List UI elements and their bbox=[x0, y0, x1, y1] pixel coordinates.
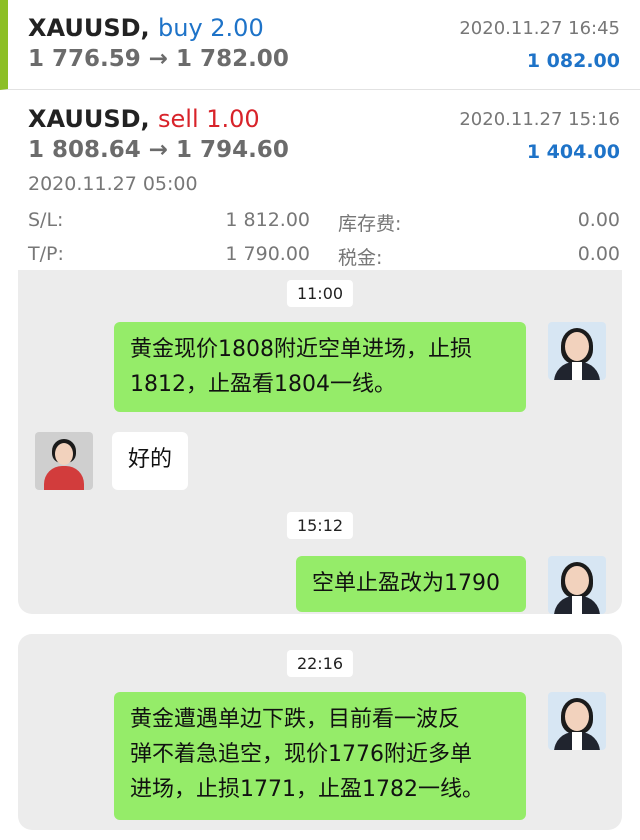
avatar-analyst[interactable] bbox=[548, 692, 606, 750]
message-bubble-sent[interactable]: 空单止盈改为1790 bbox=[296, 556, 526, 612]
trade-symbol: XAUUSD, sell 1.00 bbox=[28, 105, 260, 133]
trade-open-time: 2020.11.27 05:00 bbox=[28, 173, 198, 195]
chat-timestamp: 22:16 bbox=[286, 650, 354, 677]
tp-value: 1 790.00 bbox=[225, 243, 310, 265]
chat-timestamp: 11:00 bbox=[286, 280, 354, 307]
avatar-customer[interactable] bbox=[35, 432, 93, 490]
tp-label: T/P: bbox=[28, 243, 64, 265]
trade-price-range: 1 808.64 → 1 794.60 bbox=[28, 137, 289, 163]
chat-panel-2: 22:16 黄金遭遇单边下跌，目前看一波反 弹不着急追空，现价1776附近多单 … bbox=[18, 634, 622, 830]
message-bubble-sent[interactable]: 黄金遭遇单边下跌，目前看一波反 弹不着急追空，现价1776附近多单 进场，止损1… bbox=[114, 692, 526, 820]
trade-row-buy[interactable]: XAUUSD, buy 2.00 2020.11.27 16:45 1 776.… bbox=[0, 0, 640, 90]
sl-label: S/L: bbox=[28, 209, 64, 231]
avatar-analyst[interactable] bbox=[548, 556, 606, 614]
trade-profit: 1 082.00 bbox=[526, 50, 620, 72]
trade-row-sell[interactable]: XAUUSD, sell 1.00 2020.11.27 15:16 1 808… bbox=[0, 91, 640, 270]
trade-close-time: 2020.11.27 16:45 bbox=[459, 18, 620, 39]
message-bubble-sent[interactable]: 黄金现价1808附近空单进场，止损 1812，止盈看1804一线。 bbox=[114, 322, 526, 412]
tax-value: 0.00 bbox=[577, 243, 620, 265]
trade-profit: 1 404.00 bbox=[526, 141, 620, 163]
chat-panel-1: 11:00 黄金现价1808附近空单进场，止损 1812，止盈看1804一线。 … bbox=[18, 270, 622, 614]
trade-price-range: 1 776.59 → 1 782.00 bbox=[28, 46, 289, 72]
trade-side-sell: sell 1.00 bbox=[158, 105, 260, 133]
trade-side-buy: buy 2.00 bbox=[158, 14, 264, 42]
trade-history-panel: XAUUSD, buy 2.00 2020.11.27 16:45 1 776.… bbox=[0, 0, 640, 270]
tax-label: 税金: bbox=[338, 247, 383, 269]
swap-label: 库存费: bbox=[338, 213, 402, 235]
avatar-analyst[interactable] bbox=[548, 322, 606, 380]
trade-symbol: XAUUSD, buy 2.00 bbox=[28, 14, 264, 42]
swap-value: 0.00 bbox=[577, 209, 620, 231]
sl-value: 1 812.00 bbox=[225, 209, 310, 231]
trade-close-time: 2020.11.27 15:16 bbox=[459, 109, 620, 130]
chat-timestamp: 15:12 bbox=[286, 512, 354, 539]
message-bubble-received[interactable]: 好的 bbox=[112, 432, 188, 490]
